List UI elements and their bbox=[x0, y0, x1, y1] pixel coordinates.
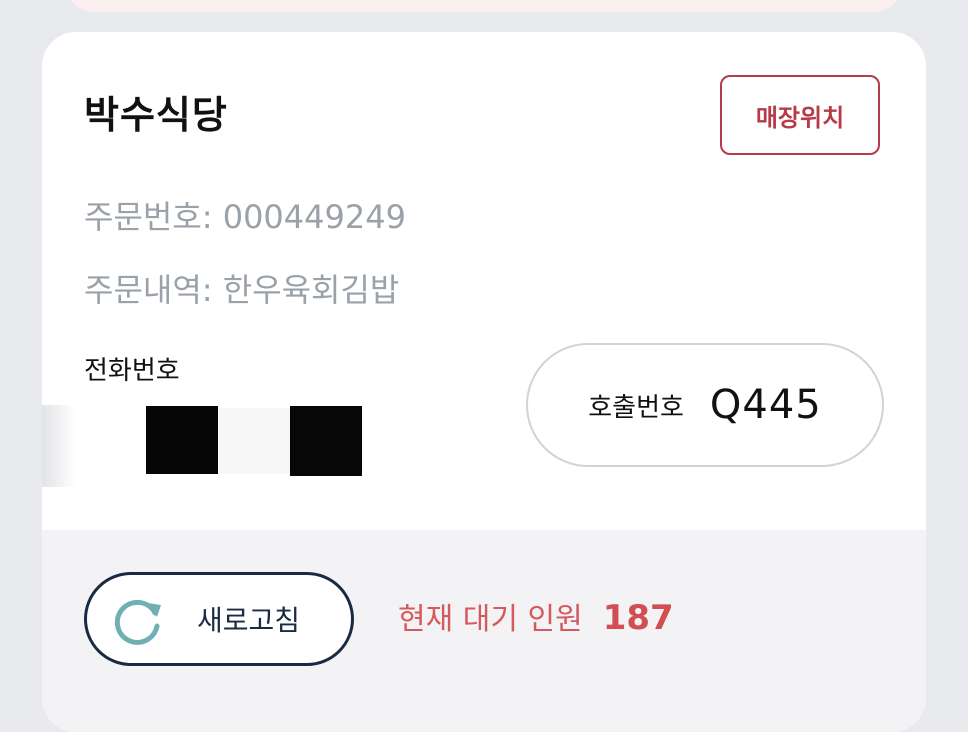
order-card: 박수식당 매장위치 주문번호: 000449249 주문내역: 한우육회김밥 전… bbox=[42, 32, 926, 732]
waiting-count-text: 현재 대기 인원 187 bbox=[398, 594, 674, 638]
refresh-label: 새로고침 bbox=[197, 604, 301, 637]
phone-number-redacted bbox=[42, 400, 372, 488]
waiting-count: 187 bbox=[602, 598, 674, 638]
order-number: 주문번호: 000449249 bbox=[84, 198, 406, 236]
refresh-button[interactable]: 새로고침 bbox=[84, 572, 354, 666]
store-name: 박수식당 bbox=[84, 93, 228, 137]
call-number-pill: 호출번호 Q445 bbox=[526, 343, 884, 467]
previous-card-edge bbox=[62, 0, 906, 12]
call-number-label: 호출번호 bbox=[588, 392, 684, 423]
refresh-icon bbox=[114, 599, 161, 645]
call-number-value: Q445 bbox=[709, 382, 822, 428]
order-items: 주문내역: 한우육회김밥 bbox=[84, 271, 400, 309]
waiting-label: 현재 대기 인원 bbox=[398, 602, 583, 637]
store-location-button[interactable]: 매장위치 bbox=[720, 75, 880, 155]
phone-label: 전화번호 bbox=[84, 356, 180, 386]
